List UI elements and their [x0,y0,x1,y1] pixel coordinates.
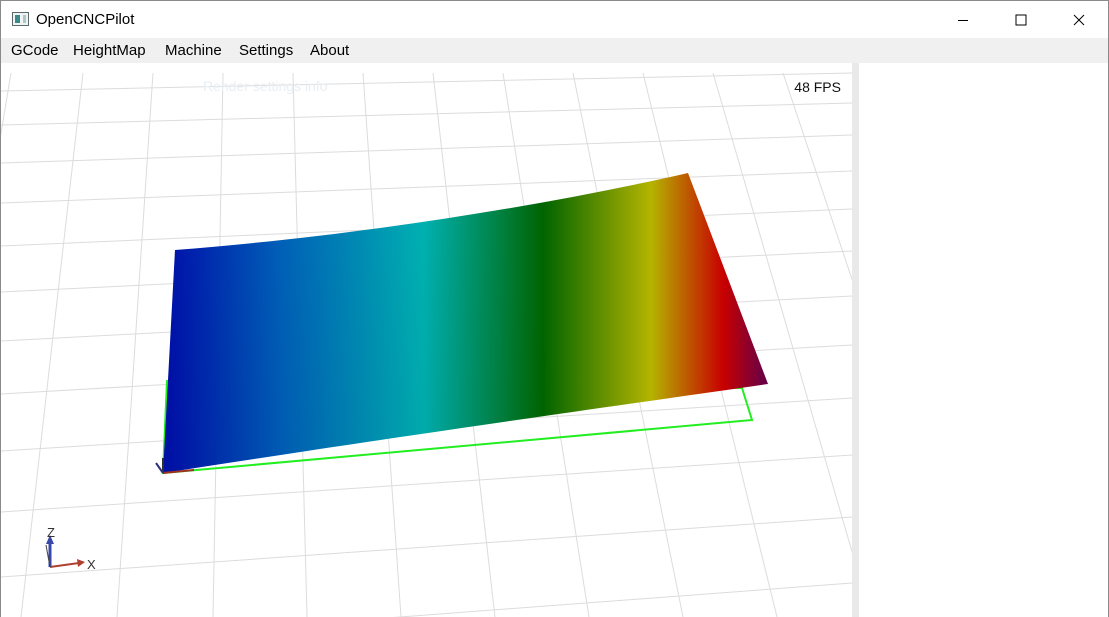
menu-about[interactable]: About [310,42,349,60]
heightmap-shading [163,173,768,473]
close-button[interactable] [1050,1,1108,38]
menu-heightmap[interactable]: HeightMap [73,42,146,60]
3d-viewport[interactable]: Render settings info 48 FPS Z X [1,63,852,617]
menu-settings[interactable]: Settings [239,42,293,60]
maximize-icon [1015,14,1027,25]
panel-splitter[interactable] [852,63,859,617]
minimize-icon [958,19,968,21]
minimize-button[interactable] [934,1,992,38]
window-title: OpenCNCPilot [36,11,135,28]
maximize-button[interactable] [992,1,1050,38]
axis-x-label: X [87,557,96,572]
app-window: OpenCNCPilot GCode HeightMap Machine Set… [0,0,1109,617]
axis-z-label: Z [47,525,55,540]
menu-bar: GCode HeightMap Machine Settings About [1,38,1108,63]
overlay-ghost-text: Render settings info [203,78,328,94]
menu-machine[interactable]: Machine [165,42,222,60]
menu-gcode[interactable]: GCode [11,42,59,60]
title-bar[interactable]: OpenCNCPilot [1,1,1108,38]
side-panel [859,63,1108,617]
scene-canvas[interactable] [1,63,852,617]
app-icon [12,12,29,26]
close-icon [1073,14,1085,25]
fps-counter: 48 FPS [794,79,841,95]
